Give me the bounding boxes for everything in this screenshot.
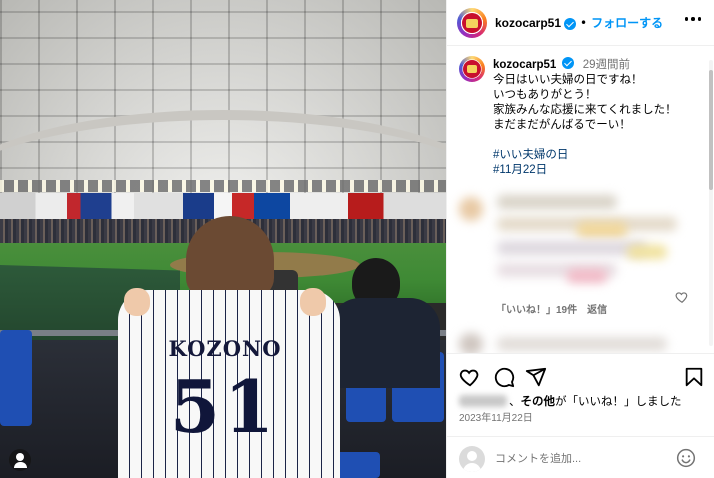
likes-rest: が「いいね！」しました [555, 396, 682, 408]
post-sidebar: kozocarp51 • フォローする kozocarp51 29週間前 今日は… [446, 0, 714, 478]
blurred-text [577, 222, 627, 238]
blurred-liker [459, 395, 507, 407]
post-header: kozocarp51 • フォローする [447, 0, 714, 46]
comment-icon[interactable] [493, 366, 515, 388]
user-tag-icon[interactable] [9, 449, 31, 471]
comment-avatar [459, 197, 483, 221]
emoji-icon[interactable] [676, 448, 696, 468]
blurred-text [567, 269, 607, 283]
person-hair [186, 216, 274, 298]
heart-icon[interactable] [459, 366, 481, 388]
avatar[interactable] [457, 7, 487, 38]
verified-badge-icon [564, 17, 577, 30]
comment-input[interactable] [495, 450, 665, 468]
separator: • [580, 15, 588, 30]
blurred-text [497, 241, 647, 255]
comment-meta: 「いいね！」19件 返信 [496, 301, 607, 316]
spectator [330, 258, 440, 388]
verified-badge-icon [562, 57, 575, 69]
caption: kozocarp51 29週間前 今日はいい夫婦の日ですね！ いつもありがとう！… [459, 56, 699, 178]
more-icon[interactable] [684, 17, 701, 21]
caption-username[interactable]: kozocarp51 [493, 59, 556, 71]
jersey-number: 51 [169, 364, 279, 449]
comment-like-icon[interactable] [675, 290, 689, 304]
caption-text: 今日はいい夫婦の日ですね！ いつもありがとう！ 家族みんな応援に来てくれました！… [493, 74, 677, 131]
reply-button[interactable]: 返信 [587, 301, 607, 316]
seat [0, 330, 32, 426]
caption-avatar[interactable] [459, 56, 485, 82]
comment-avatar [459, 333, 483, 353]
blurred-text [497, 195, 617, 209]
scrollbar[interactable] [708, 60, 714, 346]
hashtag[interactable]: #11月22日 [493, 163, 677, 178]
action-bar: 、 その他 が「いいね！」しました 2023年11月22日 [447, 353, 714, 478]
follow-button[interactable]: フォローする [591, 14, 663, 31]
my-avatar [459, 446, 485, 472]
ad-boards [0, 193, 446, 219]
hand [300, 288, 326, 316]
likes-separator: 、 [509, 396, 521, 408]
hashtag[interactable]: #いい夫婦の日 [493, 148, 677, 163]
blurred-text [497, 337, 667, 351]
jersey-name: KOZONO [168, 336, 282, 361]
comments-area[interactable]: kozocarp51 29週間前 今日はいい夫婦の日ですね！ いつもありがとう！… [447, 47, 714, 353]
post-photo[interactable]: KOZONO 51 [0, 0, 446, 478]
comment-likes[interactable]: 「いいね！」19件 [496, 301, 577, 316]
hashtag-list: #いい夫婦の日 #11月22日 [493, 148, 677, 178]
likes-summary: 、 その他 が「いいね！」しました [459, 393, 682, 409]
caption-time[interactable]: 29週間前 [583, 59, 630, 71]
stadium-lights [0, 180, 446, 192]
blurred-text [627, 245, 667, 259]
likes-others[interactable]: その他 [521, 393, 556, 409]
comment-composer [447, 436, 714, 478]
hand [124, 288, 150, 316]
share-icon[interactable] [525, 366, 547, 388]
header-username[interactable]: kozocarp51 [495, 16, 561, 30]
bookmark-icon[interactable] [683, 366, 705, 388]
post-date[interactable]: 2023年11月22日 [459, 409, 533, 424]
